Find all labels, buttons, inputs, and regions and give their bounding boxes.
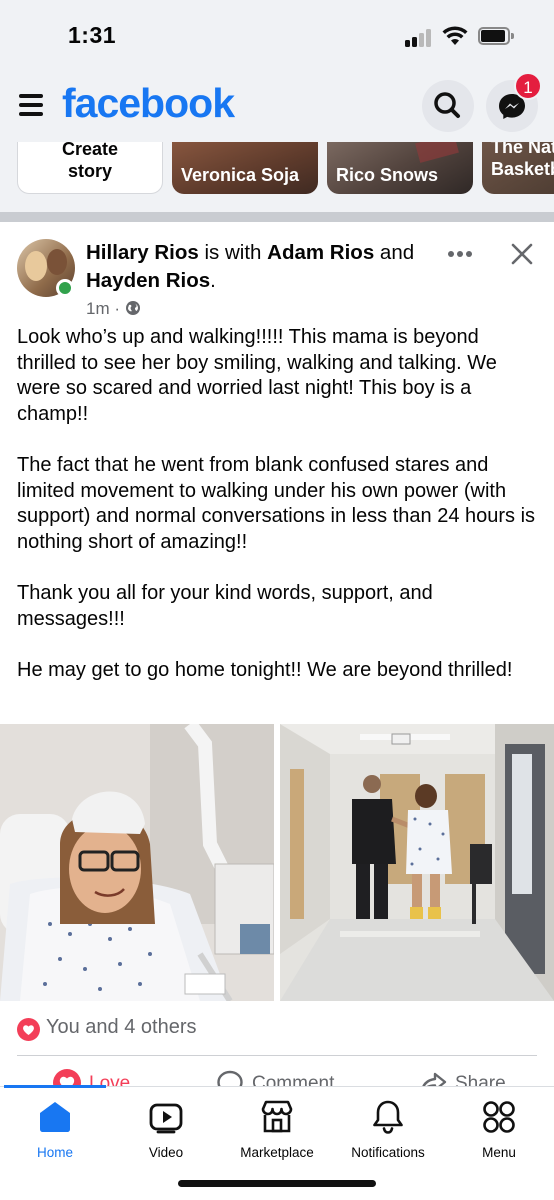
story-name-line1: The Nat	[491, 142, 554, 157]
status-bar: 1:31	[0, 0, 554, 70]
and-text: and	[374, 241, 415, 264]
story-card[interactable]: Veronica Soja	[172, 142, 318, 194]
wifi-icon	[442, 26, 468, 45]
nav-label: Home	[36, 1145, 73, 1160]
post-paragraph: Thank you all for your kind words, suppo…	[17, 581, 433, 630]
post-paragraph: The fact that he went from blank confuse…	[17, 453, 536, 553]
author-name[interactable]: Hillary Rios	[86, 241, 199, 264]
globe-icon	[125, 301, 140, 315]
nav-home[interactable]: Home	[0, 1095, 110, 1165]
create-story-label-line1: Create	[61, 142, 119, 159]
video-icon	[149, 1103, 183, 1134]
bell-icon	[373, 1100, 403, 1134]
hospital-bed-photo	[0, 724, 274, 1001]
marketplace-icon	[261, 1100, 293, 1133]
period: .	[210, 269, 216, 292]
feed-post: Hillary Rios is with Adam Rios and Hayde…	[0, 222, 554, 1098]
grid-menu-icon	[483, 1101, 515, 1133]
nav-label: Video	[148, 1145, 184, 1160]
cellular-signal-icon	[405, 29, 435, 47]
post-text: Look who’s up and walking!!!!! This mama…	[17, 325, 539, 709]
reaction-divider	[17, 1055, 537, 1056]
post-meta: 1m ·	[86, 299, 141, 319]
post-paragraph: He may get to go home tonight!! We are b…	[17, 658, 513, 681]
post-photo[interactable]	[280, 724, 554, 1001]
status-time: 1:31	[68, 22, 117, 48]
meta-separator: ·	[109, 299, 125, 318]
nav-menu[interactable]: Menu	[444, 1095, 554, 1165]
hallway-photo	[280, 724, 554, 1001]
love-reaction-icon	[17, 1018, 40, 1041]
story-card[interactable]: Rico Snows	[327, 142, 473, 194]
home-indicator	[178, 1180, 376, 1187]
nav-video[interactable]: Video	[111, 1095, 221, 1165]
more-options-icon[interactable]	[447, 250, 473, 258]
online-status-indicator	[56, 279, 74, 297]
post-timestamp[interactable]: 1m	[86, 299, 110, 318]
nav-marketplace[interactable]: Marketplace	[222, 1095, 332, 1165]
post-paragraph: Look who’s up and walking!!!!! This mama…	[17, 326, 497, 425]
menu-icon[interactable]	[19, 94, 43, 116]
active-tab-indicator	[4, 1085, 106, 1088]
app-header: facebook 1	[0, 70, 554, 142]
reaction-count: You and 4 others	[46, 1016, 197, 1038]
create-story-card[interactable]: Create story	[17, 142, 163, 194]
tagged-user[interactable]: Hayden Rios	[86, 269, 210, 292]
feed-divider	[0, 212, 554, 222]
story-author-name: Veronica Soja	[181, 165, 300, 185]
stories-tray: Create story Veronica Soja Rico Snows Th…	[0, 142, 554, 212]
story-author-name: The Nat Basketb	[491, 142, 554, 180]
nav-label: Menu	[482, 1145, 516, 1160]
story-name-line2: Basketb	[491, 159, 554, 179]
nav-notifications[interactable]: Notifications	[333, 1095, 443, 1165]
battery-icon	[478, 27, 514, 45]
post-header: Hillary Rios is with Adam Rios and Hayde…	[86, 239, 446, 295]
messenger-unread-badge: 1	[514, 72, 542, 100]
post-photo[interactable]	[0, 724, 274, 1001]
with-text: is with	[198, 241, 268, 264]
story-author-name: Rico Snows	[336, 165, 439, 185]
search-icon	[434, 92, 460, 118]
search-button[interactable]	[422, 80, 474, 132]
home-icon	[40, 1102, 70, 1132]
facebook-logo[interactable]: facebook	[62, 80, 235, 127]
nav-label: Marketplace	[240, 1145, 314, 1160]
story-card[interactable]: The Nat Basketb	[482, 142, 554, 194]
close-icon[interactable]	[510, 242, 534, 266]
create-story-label-line2: story	[67, 161, 112, 181]
tagged-user[interactable]: Adam Rios	[267, 241, 374, 264]
nav-label: Notifications	[351, 1145, 425, 1160]
